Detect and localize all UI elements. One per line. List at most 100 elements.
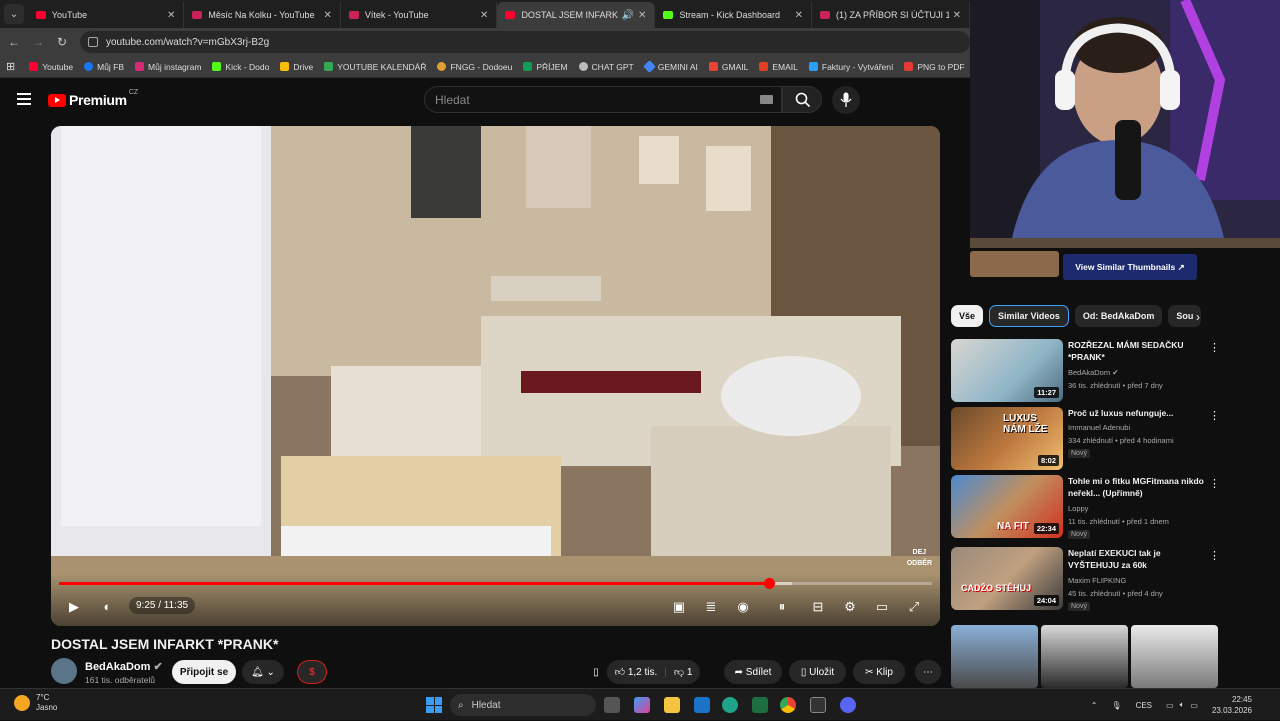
transcript-icon[interactable]: ≣ bbox=[698, 597, 724, 617]
camera-icon[interactable]: ◉ bbox=[730, 597, 756, 617]
short-thumbnail[interactable] bbox=[1131, 625, 1218, 688]
video-thumbnail[interactable]: NA FIT 22:34 bbox=[951, 475, 1063, 538]
video-thumbnail[interactable]: LUXUS NÁM LŽE 8:02 bbox=[951, 407, 1063, 470]
close-tab-icon[interactable]: ✕ bbox=[480, 10, 488, 21]
taskbar-search[interactable]: ⌕ Hledat bbox=[450, 694, 596, 716]
chip-all[interactable]: Vše bbox=[951, 305, 984, 327]
similar-thumbnail-preview[interactable] bbox=[970, 251, 1059, 277]
browser-tab[interactable]: YouTube ✕ bbox=[28, 2, 185, 28]
settings-gear-icon[interactable]: ⚙ bbox=[837, 597, 863, 617]
chrome-icon[interactable] bbox=[780, 697, 796, 713]
bookmark-item[interactable]: Drive bbox=[280, 62, 313, 72]
short-thumbnail[interactable] bbox=[1041, 625, 1128, 688]
subtitles-icon[interactable]: ⊟ bbox=[805, 597, 831, 617]
thumbnail-icon[interactable]: ▣ bbox=[666, 597, 692, 617]
video-title[interactable]: Neplatí EXEKUCI tak je VYŠTEHUJU za 60k bbox=[1068, 547, 1208, 571]
bookmark-item[interactable]: Můj instagram bbox=[135, 62, 201, 72]
voice-search-button[interactable] bbox=[832, 86, 860, 114]
subscribe-watermark[interactable]: DEJ ODBĚR bbox=[907, 547, 932, 569]
bookmark-item[interactable]: Kick - Dodo bbox=[212, 62, 269, 72]
close-tab-icon[interactable]: ✕ bbox=[167, 10, 175, 21]
video-title[interactable]: ROZŘEZAL MÁMI SEDAČKU *PRANK* bbox=[1068, 339, 1208, 363]
tab-search-button[interactable]: ⌄ bbox=[4, 4, 24, 24]
excel-icon[interactable] bbox=[752, 697, 768, 713]
video-player[interactable]: DEJ ODBĚR ▶ ◖ 9:25 / 11:35 ▣ ≣ ◉ ⏸ ⊟ ⚙ ▭… bbox=[51, 126, 940, 626]
language-indicator[interactable]: CES bbox=[1136, 701, 1152, 710]
bookmark-icon[interactable]: ▯ bbox=[583, 660, 609, 684]
bookmark-item[interactable]: YOUTUBE KALENDÁŘ bbox=[324, 62, 426, 72]
mic-icon[interactable]: 🎙︎ bbox=[1111, 701, 1121, 710]
forward-icon[interactable]: → bbox=[26, 35, 50, 49]
browser-tab-active[interactable]: DOSTAL JSEM INFARKT *PR 🔊 ✕ bbox=[497, 2, 656, 28]
display-icon[interactable]: ▭ bbox=[1166, 701, 1174, 710]
chevron-right-icon[interactable]: › bbox=[1196, 310, 1200, 324]
notifications-button[interactable]: 🔔︎ ⌄ bbox=[242, 660, 284, 684]
dislike-button[interactable]: 👎︎ 1 bbox=[674, 666, 693, 678]
outlook-icon[interactable] bbox=[694, 697, 710, 713]
chip-from-channel[interactable]: Od: BedAkaDom bbox=[1074, 305, 1163, 327]
weather-widget[interactable]: 7°C Jasno bbox=[14, 693, 57, 713]
theater-mode-icon[interactable]: ▭ bbox=[869, 597, 895, 617]
battery-icon[interactable]: ▭ bbox=[1190, 701, 1198, 710]
more-actions-icon[interactable]: ⋯ bbox=[915, 660, 941, 684]
copilot-icon[interactable] bbox=[634, 697, 650, 713]
clip-button[interactable]: ✂ Klip bbox=[853, 660, 905, 684]
bookmark-item[interactable]: FNGG - Dodoeu bbox=[437, 62, 512, 72]
progress-bar[interactable] bbox=[59, 578, 932, 589]
close-tab-icon[interactable]: ✕ bbox=[324, 10, 332, 21]
reload-icon[interactable]: ↻ bbox=[50, 35, 74, 49]
recommendation-item[interactable]: CADŽO STĚHUJ 24:04 Neplatí EXEKUCI tak j… bbox=[951, 547, 1231, 611]
save-button[interactable]: ▯ Uložit bbox=[789, 660, 846, 684]
like-button[interactable]: 👍︎ 1,2 tis. bbox=[615, 666, 658, 678]
bookmark-item[interactable]: EMAIL bbox=[759, 62, 798, 72]
more-options-icon[interactable]: ⋮ bbox=[1209, 341, 1220, 354]
channel-name[interactable]: BedAkaDom ✔ bbox=[1068, 368, 1119, 377]
video-thumbnail[interactable]: 11:27 bbox=[951, 339, 1063, 402]
bookmark-item[interactable]: PNG to PDF bbox=[904, 62, 965, 72]
windows-start-icon[interactable] bbox=[426, 697, 442, 713]
play-button[interactable]: ▶ bbox=[61, 597, 87, 617]
fullscreen-icon[interactable]: ⤢ bbox=[901, 597, 927, 617]
browser-tab[interactable]: Stream - Kick Dashboard ✕ bbox=[655, 2, 812, 28]
keyboard-icon[interactable] bbox=[760, 95, 773, 104]
clock[interactable]: 22:45 23.03.2026 bbox=[1212, 694, 1252, 716]
bookmark-item[interactable]: Faktury - Vytváření bbox=[808, 62, 893, 72]
view-similar-thumbnails-button[interactable]: View Similar Thumbnails ↗ bbox=[1063, 254, 1197, 280]
back-icon[interactable]: ← bbox=[2, 35, 26, 49]
youtube-logo[interactable]: Premium CZ bbox=[48, 89, 138, 108]
channel-name[interactable]: BedAkaDom ✔ bbox=[85, 660, 163, 673]
join-button[interactable]: Připojit se bbox=[172, 660, 236, 684]
bookmark-item[interactable]: PŘÍJEM bbox=[523, 62, 568, 72]
site-info-icon[interactable] bbox=[88, 37, 98, 47]
thanks-button[interactable]: $ bbox=[297, 660, 327, 684]
recommendation-item[interactable]: NA FIT 22:34 Tohle mi o fitku MGFitmana … bbox=[951, 475, 1231, 539]
bookmark-item[interactable]: Youtube bbox=[29, 62, 73, 72]
channel-name[interactable]: Immanuel Adenubi bbox=[1068, 423, 1130, 432]
close-tab-icon[interactable]: ✕ bbox=[953, 10, 961, 21]
chip-similar-videos[interactable]: Similar Videos bbox=[989, 305, 1069, 327]
channel-avatar[interactable] bbox=[51, 658, 77, 684]
bookmark-item[interactable]: GMAIL bbox=[708, 62, 748, 72]
more-options-icon[interactable]: ⋮ bbox=[1209, 477, 1220, 490]
browser-tab[interactable]: (1) ZA PŘÍBOR SI ÚČTUJI 150K ✕ bbox=[812, 2, 970, 28]
browser-tab[interactable]: Vítek - YouTube ✕ bbox=[341, 2, 498, 28]
close-tab-icon[interactable]: ✕ bbox=[638, 10, 646, 21]
more-options-icon[interactable]: ⋮ bbox=[1209, 549, 1220, 562]
channel-name[interactable]: Loppy bbox=[1068, 504, 1088, 513]
file-explorer-icon[interactable] bbox=[664, 697, 680, 713]
volume-icon[interactable]: 🔈︎ bbox=[1180, 700, 1185, 710]
discord-icon[interactable] bbox=[840, 697, 856, 713]
search-button[interactable] bbox=[782, 86, 822, 113]
bookmark-item[interactable]: GEMINI AI bbox=[642, 60, 698, 73]
app-icon[interactable] bbox=[810, 697, 826, 713]
recommendation-item[interactable]: LUXUS NÁM LŽE 8:02 Proč už luxus nefungu… bbox=[951, 407, 1231, 470]
browser-tab[interactable]: Měsíc Na Kolku - YouTube ✕ bbox=[184, 2, 341, 28]
menu-icon[interactable] bbox=[17, 93, 31, 105]
speaker-icon[interactable]: 🔊 bbox=[622, 10, 634, 21]
scrubber-handle[interactable] bbox=[763, 578, 775, 589]
bookmark-item[interactable]: Můj FB bbox=[84, 62, 124, 72]
volume-icon[interactable]: ◖ bbox=[93, 597, 119, 617]
apps-grid-icon[interactable]: ⊞ bbox=[6, 60, 15, 73]
video-thumbnail[interactable]: CADŽO STĚHUJ 24:04 bbox=[951, 547, 1063, 610]
short-thumbnail[interactable] bbox=[951, 625, 1038, 688]
